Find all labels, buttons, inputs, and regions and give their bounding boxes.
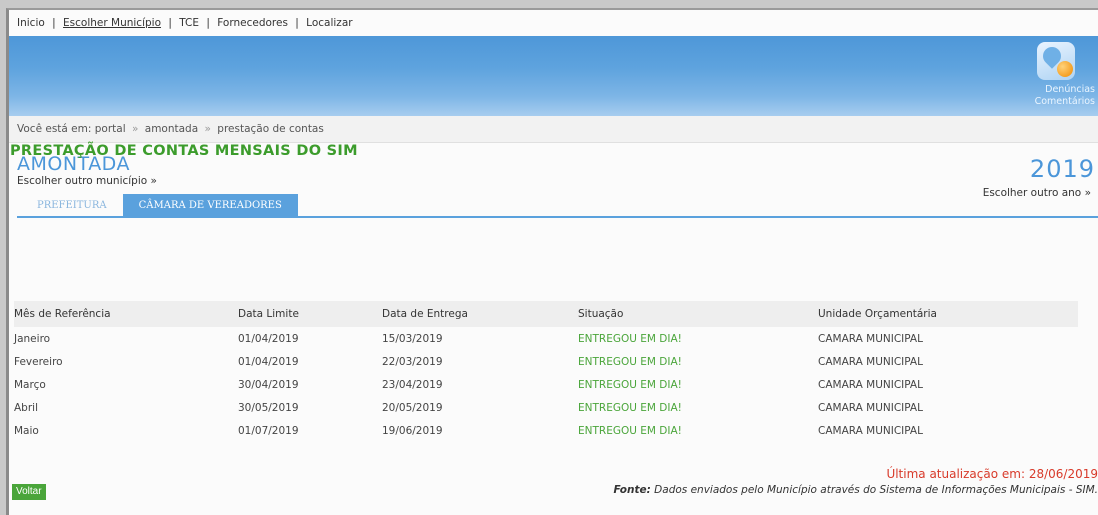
last-updated-text: Última atualização em: 28/06/2019 (886, 467, 1098, 481)
breadcrumb-prefix: Você está em: (17, 123, 92, 135)
tab-prefeitura[interactable]: PREFEITURA (21, 194, 123, 217)
table-row: Janeiro 01/04/2019 15/03/2019 ENTREGOU E… (14, 327, 1078, 350)
cell-deadline: 30/05/2019 (238, 401, 299, 414)
cell-status: ENTREGOU EM DIA! (578, 355, 682, 368)
source-note: Fonte: Dados enviados pelo Município atr… (613, 484, 1098, 496)
cell-month: Fevereiro (14, 355, 63, 368)
cell-month: Abril (14, 401, 38, 414)
choose-other-municipality-link[interactable]: Escolher outro município » (17, 175, 157, 187)
breadcrumb-portal[interactable]: portal (95, 123, 126, 135)
cell-unit: CAMARA MUNICIPAL (818, 355, 923, 368)
nav-separator: | (206, 17, 210, 29)
nav-link-fornecedores[interactable]: Fornecedores (217, 17, 288, 29)
tab-underline (17, 216, 1098, 218)
nav-link-inicio[interactable]: Inicio (17, 17, 45, 29)
cell-status: ENTREGOU EM DIA! (578, 332, 682, 345)
cell-status: ENTREGOU EM DIA! (578, 401, 682, 414)
denuncias-label: Denúncias (1045, 84, 1095, 95)
cell-deadline: 01/07/2019 (238, 424, 299, 437)
cell-delivery-date: 19/06/2019 (382, 424, 443, 437)
breadcrumb-current: prestação de contas (217, 123, 324, 135)
accounts-table: Mês de Referência Data Limite Data de En… (14, 301, 1078, 442)
table-row: Maio 01/07/2019 19/06/2019 ENTREGOU EM D… (14, 419, 1078, 442)
table-header-row: Mês de Referência Data Limite Data de En… (14, 301, 1078, 327)
header-situacao: Situação (578, 301, 818, 327)
cell-status: ENTREGOU EM DIA! (578, 424, 682, 437)
cell-deadline: 01/04/2019 (238, 355, 299, 368)
nav-separator: | (295, 17, 299, 29)
header-banner: Denúncias Comentários (9, 36, 1098, 116)
nav-link-escolher-municipio[interactable]: Escolher Município (63, 17, 161, 29)
cell-deadline: 01/04/2019 (238, 332, 299, 345)
source-text: Dados enviados pelo Município através do… (654, 484, 1098, 496)
orange-orb (1057, 61, 1073, 77)
cell-month: Março (14, 378, 46, 391)
cell-delivery-date: 20/05/2019 (382, 401, 443, 414)
nav-link-tce[interactable]: TCE (179, 17, 199, 29)
nav-link-localizar[interactable]: Localizar (306, 17, 352, 29)
comentarios-label: Comentários (1034, 96, 1095, 107)
choose-other-year-link[interactable]: Escolher outro ano » (983, 187, 1091, 199)
cell-unit: CAMARA MUNICIPAL (818, 401, 923, 414)
back-button[interactable]: Voltar (12, 484, 46, 500)
cell-unit: CAMARA MUNICIPAL (818, 332, 923, 345)
header-data-limite: Data Limite (238, 301, 382, 327)
denuncias-link[interactable]: Denúncias Comentários (1035, 84, 1095, 108)
source-label: Fonte: (613, 484, 651, 496)
cell-delivery-date: 22/03/2019 (382, 355, 443, 368)
table-row: Março 30/04/2019 23/04/2019 ENTREGOU EM … (14, 373, 1078, 396)
cell-month: Maio (14, 424, 39, 437)
section-title: PRESTAÇÃO DE CONTAS MENSAIS DO SIM (10, 143, 358, 159)
tab-camara-de-vereadores[interactable]: CÂMARA DE VEREADORES (122, 194, 298, 217)
cell-deadline: 30/04/2019 (238, 378, 299, 391)
entity-tabs: PREFEITURA CÂMARA DE VEREADORES (21, 194, 298, 217)
cell-status: ENTREGOU EM DIA! (578, 378, 682, 391)
breadcrumb-amontada[interactable]: amontada (145, 123, 198, 135)
denuncias-cloud-icon[interactable] (1037, 42, 1075, 80)
header-data-entrega: Data de Entrega (382, 301, 578, 327)
nav-separator: | (168, 17, 172, 29)
table-row: Fevereiro 01/04/2019 22/03/2019 ENTREGOU… (14, 350, 1078, 373)
table-row: Abril 30/05/2019 20/05/2019 ENTREGOU EM … (14, 396, 1078, 419)
cell-month: Janeiro (14, 332, 51, 345)
nav-separator: | (52, 17, 56, 29)
year-title: 2019 (1029, 155, 1095, 183)
cell-delivery-date: 23/04/2019 (382, 378, 443, 391)
cell-unit: CAMARA MUNICIPAL (818, 378, 923, 391)
header-unidade-orcamentaria: Unidade Orçamentária (818, 301, 1078, 327)
breadcrumb-arrow: » (204, 123, 211, 135)
header-mes-referencia: Mês de Referência (14, 301, 238, 327)
top-navigation: Inicio | Escolher Município | TCE | Forn… (9, 10, 1098, 36)
cell-unit: CAMARA MUNICIPAL (818, 424, 923, 437)
breadcrumb-arrow: » (131, 123, 139, 135)
cell-delivery-date: 15/03/2019 (382, 332, 443, 345)
breadcrumb: Você está em: portal » amontada » presta… (9, 116, 1098, 143)
